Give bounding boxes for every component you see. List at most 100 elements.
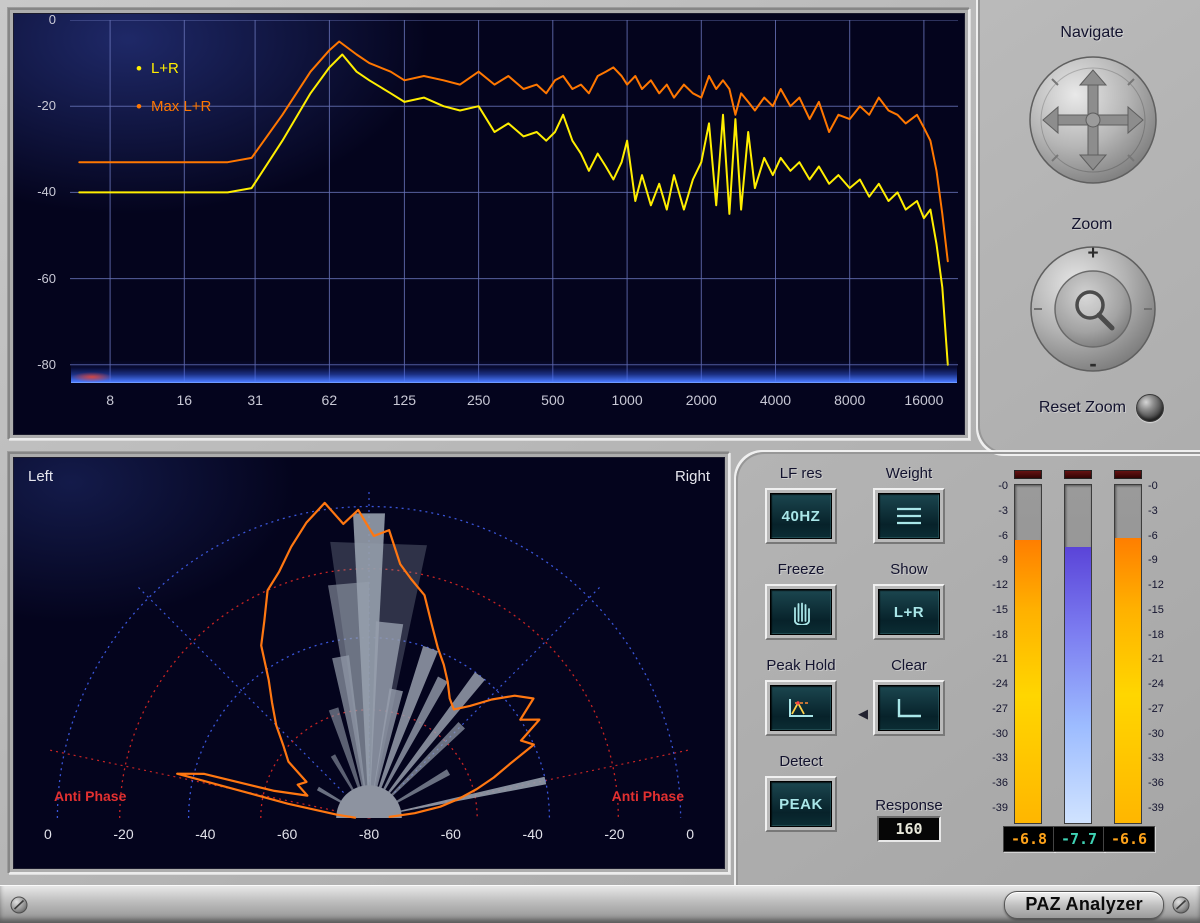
meter-scale-label: -12	[992, 579, 1008, 591]
spectrum-panel: 0-20-40-60-80 81631621252505001000200040…	[8, 8, 970, 440]
zoom-knob[interactable]: + -	[1028, 244, 1158, 374]
freeze-label: Freeze	[778, 558, 825, 584]
antiphase-label-left: Anti Phase	[54, 788, 126, 804]
x-tick-label: 8	[77, 392, 143, 408]
x-tick-label: 2000	[668, 392, 734, 408]
meter-scale-label: -15	[992, 604, 1008, 616]
meter-fill-1	[1015, 540, 1041, 823]
meter-scale-label: -21	[992, 653, 1008, 665]
weight-group: Weight	[854, 462, 964, 558]
clip-led-1	[1014, 470, 1042, 479]
show-group: Show L+R	[854, 558, 964, 654]
clip-led-3	[1114, 470, 1142, 479]
meter-scale-label: -33	[992, 752, 1008, 764]
lf-res-value: 40HZ	[782, 508, 821, 525]
legend-dot-icon: •	[136, 64, 142, 74]
legend-item: • L+R	[136, 60, 211, 77]
detect-label: Detect	[779, 750, 822, 776]
meter-scale-left: -0-3-6-9-12-15-18-21-24-27-30-33-36-39	[982, 480, 1008, 814]
x-tick-label: 250	[446, 392, 512, 408]
response-group: Response 160	[854, 750, 964, 846]
weight-lines-icon	[894, 505, 924, 527]
zoom-in-label[interactable]: +	[1028, 243, 1158, 265]
level-meter-3	[1114, 484, 1142, 824]
clear-label: Clear	[891, 654, 927, 680]
clip-led-2	[1064, 470, 1092, 479]
screw-icon	[1172, 896, 1190, 914]
x-tick-label: 31	[222, 392, 288, 408]
meter-scale-label: -30	[992, 728, 1008, 740]
meter-scale-label: -24	[992, 678, 1008, 690]
reset-zoom-group: Reset Zoom	[964, 394, 1180, 422]
meter-bridge: -0-3-6-9-12-15-18-21-24-27-30-33-36-39 -…	[982, 470, 1182, 862]
spectrum-display[interactable]: 0-20-40-60-80 81631621252505001000200040…	[13, 13, 965, 435]
legend-dot-icon: •	[136, 102, 142, 112]
response-value[interactable]: 160	[877, 816, 941, 842]
x-tick-label: 4000	[742, 392, 808, 408]
phase-panel: Left Right Anti Phase Anti Phase 0-20-40…	[8, 452, 730, 874]
zoom-out-label[interactable]: -	[1028, 351, 1158, 377]
zoom-label: Zoom	[984, 216, 1200, 234]
show-button[interactable]: L+R	[873, 584, 945, 640]
peak-hold-label: Peak Hold	[766, 654, 835, 680]
spectrum-x-axis: 8163162125250500100020004000800016000	[70, 392, 958, 414]
x-tick-label: 16000	[891, 392, 957, 408]
phase-axis: 0-20-40-60-80-60-40-200	[20, 826, 718, 842]
show-value: L+R	[894, 604, 924, 621]
paz-analyzer-window: 0-20-40-60-80 81631621252505001000200040…	[0, 0, 1200, 923]
clear-button[interactable]	[873, 680, 945, 736]
y-tick-label: -80	[37, 357, 56, 372]
navigate-pad[interactable]	[1027, 54, 1159, 186]
meter-scale-label: -39	[1148, 802, 1164, 814]
response-label: Response	[875, 794, 943, 816]
legend-label: L+R	[151, 60, 179, 77]
peak-hold-icon	[786, 696, 816, 720]
meter-collapse-toggle[interactable]: ◀	[858, 706, 868, 722]
detect-group: Detect PEAK	[748, 750, 854, 846]
meter-scale-label: -33	[1148, 752, 1164, 764]
meter-scale-label: -27	[992, 703, 1008, 715]
phase-axis-tick: 0	[44, 826, 52, 842]
meter-scale-label: -15	[1148, 604, 1164, 616]
phase-axis-tick: -20	[604, 826, 624, 842]
detect-button[interactable]: PEAK	[765, 776, 837, 832]
phase-axis-tick: -80	[359, 826, 379, 842]
lf-res-button[interactable]: 40HZ	[765, 488, 837, 544]
screw-icon	[10, 896, 28, 914]
y-tick-label: 0	[49, 13, 56, 27]
weight-button[interactable]	[873, 488, 945, 544]
phase-plot	[21, 482, 717, 822]
y-tick-label: -20	[37, 98, 56, 113]
navigate-label: Navigate	[984, 24, 1200, 42]
x-tick-label: 125	[371, 392, 437, 408]
meter-scale-label: -24	[1148, 678, 1164, 690]
meter-scale-label: -6	[998, 530, 1008, 542]
meter-readout-3: -6.6	[1103, 826, 1155, 852]
level-meter-2	[1064, 484, 1092, 824]
antiphase-label-right: Anti Phase	[612, 788, 684, 804]
meter-fill-2	[1065, 547, 1091, 823]
reset-zoom-button[interactable]	[1136, 394, 1164, 422]
show-label: Show	[890, 558, 928, 584]
spectrum-floor-red-glow	[72, 372, 112, 382]
axes-icon	[894, 696, 924, 720]
brand-badge: PAZ Analyzer	[1004, 891, 1164, 919]
x-tick-label: 62	[296, 392, 362, 408]
x-tick-label: 1000	[594, 392, 660, 408]
peak-hold-button[interactable]	[765, 680, 837, 736]
meter-scale-label: -3	[998, 505, 1008, 517]
legend-label: Max L+R	[151, 98, 211, 115]
meter-scale-label: -30	[1148, 728, 1164, 740]
meter-scale-label: -21	[1148, 653, 1164, 665]
meter-scale-label: -27	[1148, 703, 1164, 715]
freeze-button[interactable]	[765, 584, 837, 640]
lf-res-group: LF res 40HZ	[748, 462, 854, 558]
meter-scale-label: -36	[1148, 777, 1164, 789]
footer-bar: PAZ Analyzer	[0, 885, 1200, 923]
weight-label: Weight	[886, 462, 932, 488]
meter-scale-label: -9	[998, 554, 1008, 566]
lf-res-label: LF res	[780, 462, 823, 488]
x-tick-label: 16	[151, 392, 217, 408]
spectrum-legend: • L+R • Max L+R	[136, 60, 211, 136]
navigate-cross-icon	[1027, 54, 1159, 186]
